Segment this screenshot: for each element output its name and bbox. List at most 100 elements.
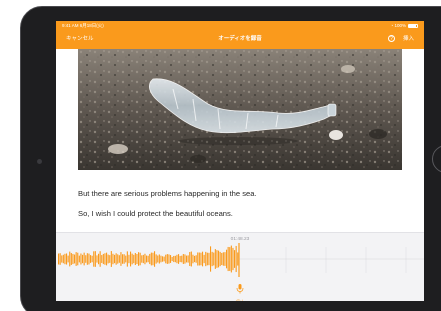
wave-bar — [187, 255, 189, 263]
wave-bar — [234, 250, 236, 268]
wave-bar — [125, 255, 127, 263]
wave-bar — [147, 255, 149, 263]
wave-bar — [115, 253, 117, 265]
wave-bar — [126, 251, 128, 267]
header-bar: 9:41 AM 6月18日(火) ◔ 100% キャンセル オーディオを録音 ?… — [56, 21, 424, 49]
wave-bar — [197, 252, 199, 266]
wave-bar — [110, 251, 112, 267]
wave-bar — [61, 255, 63, 263]
recording-timestamp: 01:48.23 — [230, 237, 250, 242]
wave-bar — [173, 255, 175, 263]
wave-bar — [131, 253, 133, 265]
home-button[interactable] — [432, 145, 441, 173]
wave-bar — [205, 251, 207, 267]
wave-bar — [72, 253, 74, 265]
wave-bar — [214, 249, 216, 269]
status-bar: 9:41 AM 6月18日(火) ◔ 100% — [56, 21, 424, 30]
app-screen: 9:41 AM 6月18日(火) ◔ 100% キャンセル オーディオを録音 ?… — [56, 21, 424, 301]
wave-bar — [136, 253, 138, 265]
wave-bar — [203, 254, 205, 264]
battery-percent: 100% — [394, 23, 406, 28]
wave-bar — [120, 252, 122, 266]
wave-bar — [154, 251, 156, 267]
wave-bar — [101, 255, 103, 263]
wave-bar — [93, 251, 95, 267]
wave-bar — [195, 255, 197, 263]
wave-bar — [98, 253, 100, 265]
waveform[interactable] — [56, 243, 424, 277]
wave-bar — [94, 251, 96, 267]
wave-bar — [99, 251, 101, 267]
wave-bar — [221, 252, 223, 266]
wave-bar — [160, 255, 162, 263]
wave-bar — [158, 254, 160, 264]
wave-bar — [142, 254, 144, 264]
wave-bar — [128, 254, 130, 264]
wave-bar — [82, 254, 84, 264]
wave-bar — [222, 252, 224, 266]
wave-bar — [181, 255, 183, 263]
plastic-bottle-image — [78, 49, 402, 170]
wave-bar — [77, 252, 79, 266]
wave-bar — [90, 255, 92, 263]
question-circle-icon[interactable]: ? — [387, 35, 395, 43]
wave-bar — [130, 251, 132, 267]
stop-recording-button[interactable]: 停止 — [231, 281, 249, 301]
wave-bar — [86, 253, 88, 265]
wave-bar — [64, 253, 66, 265]
wave-bar — [202, 251, 204, 267]
wave-bar — [66, 253, 68, 265]
wave-bar — [149, 253, 151, 265]
sentence-1: But there are serious problems happening… — [78, 189, 257, 198]
wave-bar — [198, 252, 200, 266]
wave-bar — [152, 252, 154, 266]
wave-bar — [171, 256, 173, 262]
wave-bar — [138, 252, 140, 266]
wave-bar — [213, 252, 215, 266]
wave-bar — [170, 255, 172, 263]
wave-bar — [83, 252, 85, 266]
wave-bar — [74, 254, 76, 264]
wave-bar — [146, 255, 148, 263]
wave-bar — [232, 247, 234, 271]
wave-bar — [112, 253, 114, 265]
wave-bar — [227, 246, 229, 272]
status-right: ◔ 100% — [391, 21, 418, 30]
wave-bar — [168, 254, 170, 264]
wave-bar — [186, 255, 188, 263]
wave-bar — [155, 254, 157, 264]
wave-bar — [117, 254, 119, 264]
wave-bar — [133, 254, 135, 264]
nav-right-group: ? 挿入 — [387, 30, 414, 49]
wave-bar — [179, 255, 181, 263]
wave-bar — [109, 255, 111, 263]
wave-bar — [166, 254, 168, 264]
wave-bar — [134, 252, 136, 266]
wave-bar — [106, 252, 108, 266]
wave-bar — [114, 254, 116, 264]
beach-photo — [78, 49, 402, 170]
wave-bar — [192, 254, 194, 264]
wave-bar — [139, 252, 141, 266]
wave-bar — [78, 255, 80, 263]
wave-bar — [118, 255, 120, 263]
wave-bar — [70, 253, 72, 265]
insert-button[interactable]: 挿入 — [403, 36, 414, 42]
wave-bar — [107, 254, 109, 264]
wave-bar — [216, 250, 218, 268]
wave-bar — [122, 254, 124, 264]
wave-bar — [150, 252, 152, 266]
microphone-icon — [236, 284, 244, 294]
wave-bar — [211, 251, 213, 267]
sentence-2: So, I wish I could protect the beautiful… — [78, 209, 233, 218]
wave-bar — [218, 250, 220, 268]
wave-bar — [235, 245, 237, 273]
wave-bar — [75, 252, 77, 266]
battery-icon — [408, 23, 418, 28]
wave-bar — [184, 254, 186, 264]
wave-bar — [224, 252, 226, 266]
wave-bar — [165, 254, 167, 264]
stage: 9:41 AM 6月18日(火) ◔ 100% キャンセル オーディオを録音 ?… — [0, 0, 441, 311]
wave-bar — [200, 252, 202, 266]
nav-bar: キャンセル オーディオを録音 ? 挿入 — [56, 30, 424, 49]
